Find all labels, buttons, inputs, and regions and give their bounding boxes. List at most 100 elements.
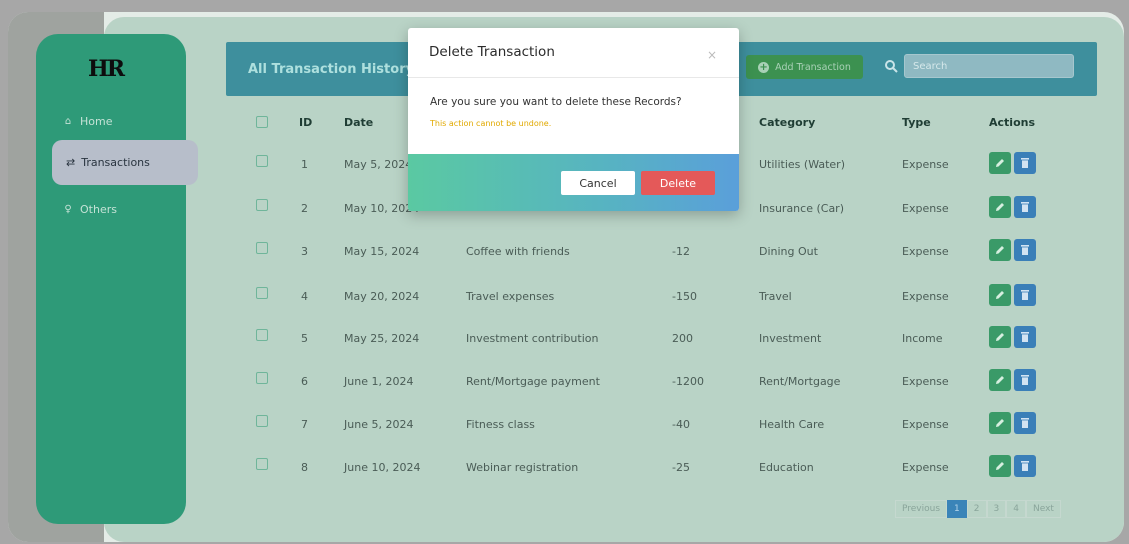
delete-row-button[interactable] — [1014, 239, 1036, 261]
trash-icon — [1021, 375, 1029, 385]
sidebar-item-label: Transactions — [81, 156, 150, 169]
delete-transaction-modal: Delete Transaction × Are you sure you wa… — [408, 28, 739, 211]
row-checkbox[interactable] — [256, 458, 268, 470]
pencil-icon — [996, 419, 1004, 427]
cell-amount: -25 — [672, 461, 690, 474]
trash-icon — [1021, 158, 1029, 168]
row-checkbox[interactable] — [256, 415, 268, 427]
pencil-icon — [996, 203, 1004, 211]
pencil-icon — [996, 376, 1004, 384]
sidebar-item-others[interactable]: ♀ Others — [62, 198, 117, 220]
pagination-next[interactable]: Next — [1025, 500, 1061, 518]
cell-type: Expense — [902, 245, 949, 258]
cell-amount: -1200 — [672, 375, 704, 388]
row-checkbox[interactable] — [256, 287, 268, 299]
cell-date: May 15, 2024 — [344, 245, 420, 258]
cell-amount: 200 — [672, 332, 693, 345]
sidebar-item-label: Others — [80, 202, 117, 216]
close-icon[interactable]: × — [707, 48, 717, 62]
edit-button[interactable] — [989, 369, 1011, 391]
trash-icon — [1021, 290, 1029, 300]
search-icon[interactable] — [884, 59, 898, 73]
column-header-actions: Actions — [989, 116, 1035, 129]
cell-type: Expense — [902, 418, 949, 431]
edit-button[interactable] — [989, 326, 1011, 348]
cell-description: Travel expenses — [466, 290, 555, 303]
cell-type: Expense — [902, 158, 949, 171]
cell-category: Education — [759, 461, 814, 474]
delete-row-button[interactable] — [1014, 326, 1036, 348]
cell-description: Webinar registration — [466, 461, 579, 474]
cell-type: Expense — [902, 202, 949, 215]
delete-row-button[interactable] — [1014, 455, 1036, 477]
delete-row-button[interactable] — [1014, 196, 1036, 218]
edit-button[interactable] — [989, 284, 1011, 306]
search-input[interactable]: Search — [904, 54, 1074, 78]
cell-description: Coffee with friends — [466, 245, 570, 258]
cell-id: 2 — [301, 202, 308, 215]
add-transaction-label: Add Transaction — [775, 61, 851, 73]
cell-category: Health Care — [759, 418, 825, 431]
transfer-arrows-icon: ⇄ — [66, 156, 76, 169]
cell-description: Rent/Mortgage payment — [466, 375, 600, 388]
plus-icon: + — [758, 61, 770, 73]
modal-message: Are you sure you want to delete these Re… — [430, 96, 682, 108]
row-checkbox[interactable] — [256, 329, 268, 341]
edit-button[interactable] — [989, 239, 1011, 261]
cell-description: Investment contribution — [466, 332, 599, 345]
cell-type: Income — [902, 332, 943, 345]
pencil-icon — [996, 291, 1004, 299]
cell-description: Fitness class — [466, 418, 535, 431]
cell-category: Investment — [759, 332, 822, 345]
cell-amount: -40 — [672, 418, 690, 431]
delete-row-button[interactable] — [1014, 284, 1036, 306]
cell-id: 6 — [301, 375, 308, 388]
cell-category: Insurance (Car) — [759, 202, 844, 215]
search-placeholder: Search — [913, 60, 948, 72]
cell-date: May 5, 2024 — [344, 158, 413, 171]
delete-row-button[interactable] — [1014, 152, 1036, 174]
cell-type: Expense — [902, 290, 949, 303]
cancel-button[interactable]: Cancel — [561, 171, 635, 195]
pencil-icon — [996, 333, 1004, 341]
row-checkbox[interactable] — [256, 242, 268, 254]
pencil-icon — [996, 246, 1004, 254]
modal-warning: This action cannot be undone. — [430, 119, 552, 128]
row-checkbox[interactable] — [256, 199, 268, 211]
pagination-page-3[interactable]: 3 — [986, 500, 1007, 518]
edit-button[interactable] — [989, 152, 1011, 174]
sidebar-item-home[interactable]: ⌂ Home — [62, 110, 113, 132]
select-all-checkbox[interactable] — [256, 116, 268, 128]
pagination-page-1[interactable]: 1 — [947, 500, 967, 518]
row-checkbox[interactable] — [256, 155, 268, 167]
edit-button[interactable] — [989, 455, 1011, 477]
cell-category: Rent/Mortgage — [759, 375, 841, 388]
row-checkbox[interactable] — [256, 372, 268, 384]
cell-date: May 20, 2024 — [344, 290, 420, 303]
delete-button[interactable]: Delete — [641, 171, 715, 195]
trash-icon — [1021, 245, 1029, 255]
column-header-type: Type — [902, 116, 931, 129]
edit-button[interactable] — [989, 196, 1011, 218]
add-transaction-button[interactable]: + Add Transaction — [746, 55, 863, 79]
pagination-page-4[interactable]: 4 — [1006, 500, 1026, 518]
cell-type: Expense — [902, 375, 949, 388]
page-title: All Transaction History — [248, 61, 415, 77]
delete-row-button[interactable] — [1014, 412, 1036, 434]
cell-id: 7 — [301, 418, 308, 431]
edit-button[interactable] — [989, 412, 1011, 434]
cell-id: 8 — [301, 461, 308, 474]
delete-row-button[interactable] — [1014, 369, 1036, 391]
logo: HR — [88, 56, 125, 82]
pagination-previous[interactable]: Previous — [895, 500, 948, 518]
pagination-page-2[interactable]: 2 — [966, 500, 987, 518]
cell-amount: -12 — [672, 245, 690, 258]
cell-category: Utilities (Water) — [759, 158, 845, 171]
cell-id: 4 — [301, 290, 308, 303]
column-header-date: Date — [344, 116, 374, 129]
column-header-id: ID — [299, 116, 313, 129]
sidebar-item-transactions[interactable]: ⇄ Transactions — [52, 140, 198, 185]
trash-icon — [1021, 461, 1029, 471]
trash-icon — [1021, 202, 1029, 212]
home-icon: ⌂ — [64, 115, 72, 127]
